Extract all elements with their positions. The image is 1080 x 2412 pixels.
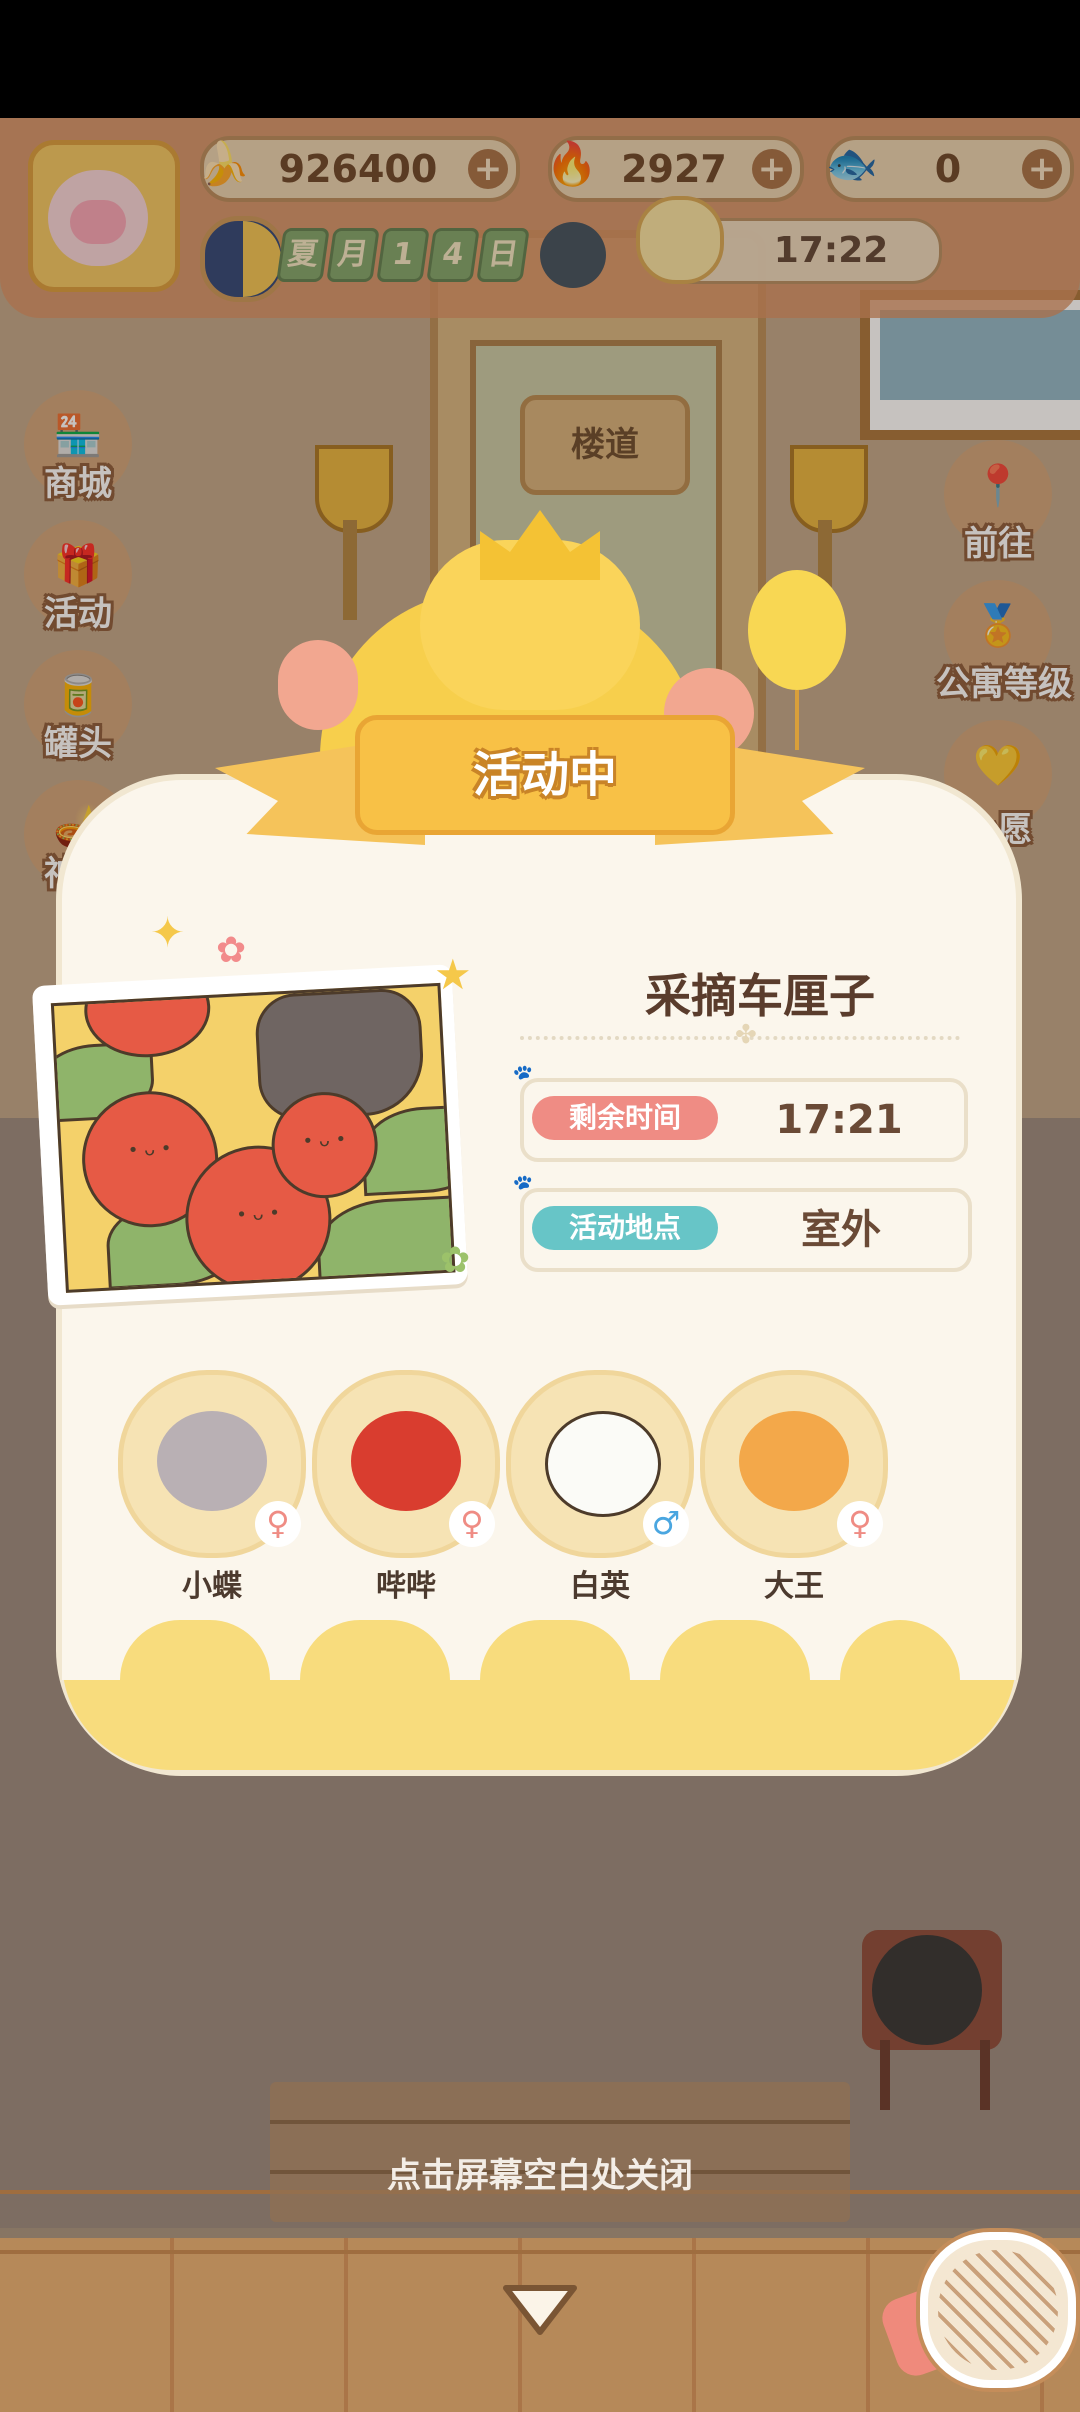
red-chick-face-icon — [351, 1411, 461, 1511]
remaining-time-row: 剩余时间 17:21 — [520, 1078, 968, 1162]
status-banner-text: 活动中 — [472, 747, 617, 803]
location-value: 室外 — [801, 1207, 881, 1253]
yarn-ball-icon — [938, 2250, 1058, 2370]
pet-name: 白英 — [570, 1569, 630, 1604]
flower-icon: ✿ — [216, 930, 247, 971]
cherry-picture: • ᴗ • • ᴗ • • ᴗ • — [50, 982, 456, 1293]
yarn-ball-button[interactable] — [920, 2232, 1076, 2388]
status-banner: 活动中 — [355, 715, 735, 835]
female-icon: ♀ — [837, 1501, 883, 1547]
pet-name: 大王 — [764, 1569, 824, 1604]
pet-name: 小蝶 — [182, 1569, 242, 1604]
female-icon: ♀ — [449, 1501, 495, 1547]
event-illustration: • ᴗ • • ᴗ • • ᴗ • — [31, 964, 469, 1306]
balloon-icon — [748, 570, 846, 690]
pet-name: 哔哔 — [376, 1569, 436, 1604]
grey-snail-face-icon — [157, 1411, 267, 1511]
star-icon: ✦ — [150, 908, 186, 957]
female-icon: ♀ — [255, 1501, 301, 1547]
balloon-string — [795, 690, 799, 750]
clover-icon: ✤ — [735, 1020, 757, 1050]
event-title: 采摘车厘子 — [645, 969, 875, 1023]
location-row: 活动地点 室外 — [520, 1188, 972, 1272]
male-icon: ♂ — [643, 1501, 689, 1547]
tiger-face-icon — [739, 1411, 849, 1511]
pink-octopus-icon — [278, 640, 358, 730]
pet-avatar[interactable]: ♀ 小蝶 — [118, 1370, 306, 1604]
pet-avatar[interactable]: ♀ 大王 — [700, 1370, 888, 1604]
pet-avatar[interactable]: ♂ 白英 — [506, 1370, 694, 1604]
collapse-arrow-icon[interactable] — [500, 2280, 580, 2340]
flower-icon: ✿ — [440, 1240, 471, 1281]
star-icon: ★ — [434, 950, 472, 999]
remaining-time-value: 17:21 — [775, 1097, 903, 1143]
pet-avatar[interactable]: ♀ 哔哔 — [312, 1370, 500, 1604]
white-eagle-face-icon — [545, 1411, 661, 1517]
location-label: 活动地点 — [532, 1206, 718, 1250]
close-hint: 点击屏幕空白处关闭 — [387, 2156, 693, 2196]
remaining-time-label: 剩余时间 — [532, 1096, 718, 1140]
